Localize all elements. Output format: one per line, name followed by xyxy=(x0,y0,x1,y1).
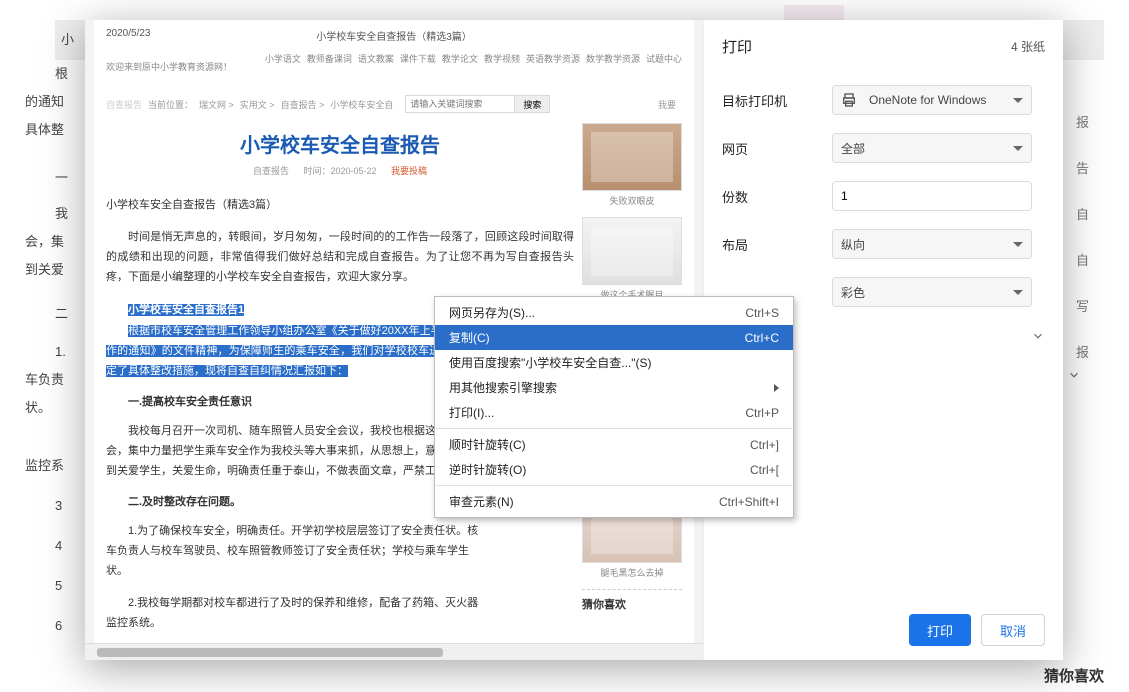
preview-top-links: 小学语文教师备课词语文教案课件下载教学论文教学视频英语教学资源数学教学资源试题中… xyxy=(259,52,682,65)
ctx-print[interactable]: 打印(I)...Ctrl+P xyxy=(435,400,793,425)
p2a: 1.为了确保校车安全，明确责任。开学初学校层层签订了安全责任状。核 xyxy=(106,521,574,541)
pages-dropdown[interactable]: 全部 xyxy=(832,133,1032,163)
submenu-arrow-icon xyxy=(774,384,779,392)
chevron-down-icon xyxy=(1013,290,1023,295)
p3: 2.我校每学期都对校车都进行了及时的保养和维修，配备了药箱、灭火器 xyxy=(106,593,574,613)
chevron-down-icon xyxy=(1013,146,1023,151)
color-value: 彩色 xyxy=(841,284,865,301)
ctx-separator xyxy=(436,428,792,429)
ctx-copy[interactable]: 复制(C)Ctrl+C xyxy=(435,325,793,350)
printer-icon xyxy=(841,92,857,108)
intro-label: 小学校车安全自查报告（精选3篇） xyxy=(106,195,574,215)
ctx-baidu-search[interactable]: 使用百度搜索"小学校车安全自查..."(S) xyxy=(435,350,793,375)
p2c: 状。 xyxy=(106,561,574,581)
preview-search-input[interactable] xyxy=(405,95,515,113)
ctx-save-as[interactable]: 网页另存为(S)...Ctrl+S xyxy=(435,300,793,325)
sidebar-thumb-2 xyxy=(582,217,682,285)
sidebar-cap-3: 腿毛黑怎么去掉 xyxy=(582,566,682,579)
cancel-button[interactable]: 取消 xyxy=(981,614,1045,646)
ctx-rotate-ccw[interactable]: 逆时针旋转(O)Ctrl+[ xyxy=(435,457,793,482)
ctx-rotate-cw[interactable]: 顺时针旋转(C)Ctrl+] xyxy=(435,432,793,457)
preview-breadcrumb: 自查报告 当前位置： 瑞文网 > 实用文 > 自查报告 > 小学校车安全自 搜索… xyxy=(106,95,682,113)
print-title: 打印 xyxy=(722,36,752,57)
article-title: 小学校车安全自查报告 xyxy=(106,129,574,158)
layout-value: 纵向 xyxy=(841,236,865,253)
context-menu: 网页另存为(S)...Ctrl+S 复制(C)Ctrl+C 使用百度搜索"小学校… xyxy=(434,296,794,518)
p2b: 车负责人与校车驾驶员、校车照管教师签订了安全责任状；学校与乘车学生 xyxy=(106,541,574,561)
preview-horizontal-scrollbar[interactable] xyxy=(85,643,703,660)
layout-dropdown[interactable]: 纵向 xyxy=(832,229,1032,259)
chevron-down-icon xyxy=(1013,242,1023,247)
copies-input[interactable] xyxy=(832,181,1032,211)
preview-search-button[interactable]: 搜索 xyxy=(514,95,550,113)
article-subinfo: 自查报告 时间：2020-05-22 我要投稿 xyxy=(106,164,574,177)
bg-more-chevron[interactable] xyxy=(1067,368,1081,385)
ctx-other-search[interactable]: 用其他搜索引擎搜索 xyxy=(435,375,793,400)
pages-value: 全部 xyxy=(841,140,865,157)
intro-para: 时间是悄无声息的，转眼间，岁月匆匆，一段时间的的工作告一段落了，回顾这段时间取得… xyxy=(106,227,574,287)
color-dropdown[interactable]: 彩色 xyxy=(832,277,1032,307)
ctx-separator xyxy=(436,485,792,486)
sheet-count: 4 张纸 xyxy=(1011,38,1045,55)
ctx-inspect[interactable]: 审查元素(N)Ctrl+Shift+I xyxy=(435,489,793,514)
printer-label: 目标打印机 xyxy=(722,91,832,110)
bg-footer-title: 猜你喜欢 xyxy=(1044,665,1104,686)
pages-label: 网页 xyxy=(722,139,832,158)
layout-label: 布局 xyxy=(722,235,832,254)
printer-value: OneNote for Windows xyxy=(869,93,986,107)
sidebar-like-title: 猜你喜欢 xyxy=(582,589,682,612)
sidebar-cap-1: 失败双眼皮 xyxy=(582,194,682,207)
printer-dropdown[interactable]: OneNote for Windows xyxy=(832,85,1032,115)
copies-label: 份数 xyxy=(722,187,832,206)
sidebar-thumb-1 xyxy=(582,123,682,191)
preview-header-title: 小学校车安全自查报告（精选3篇） xyxy=(94,28,694,43)
p3b: 监控系统。 xyxy=(106,613,574,633)
chevron-down-icon xyxy=(1013,98,1023,103)
chevron-down-icon xyxy=(1031,329,1045,346)
print-button[interactable]: 打印 xyxy=(909,614,971,646)
